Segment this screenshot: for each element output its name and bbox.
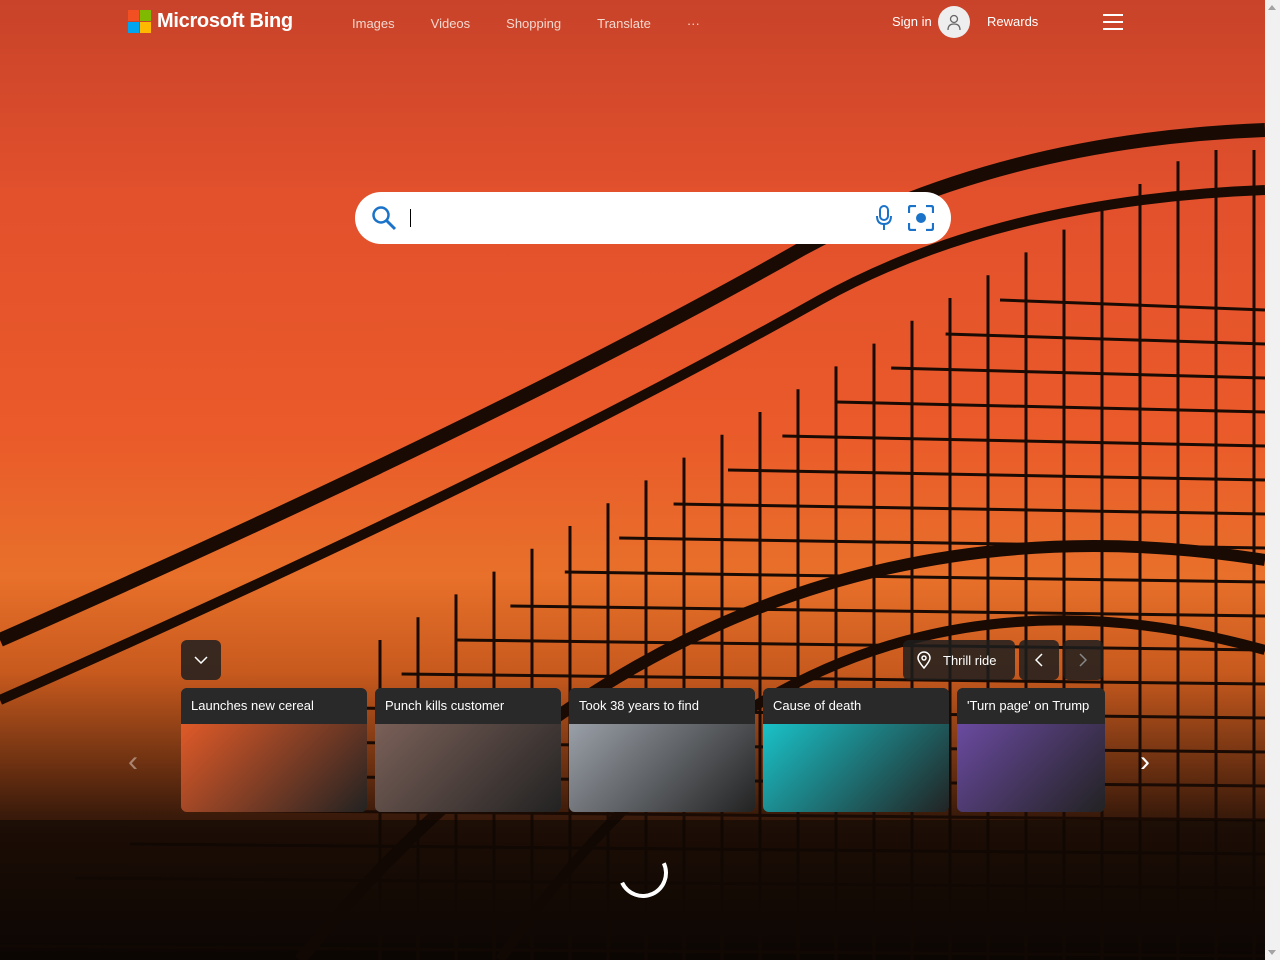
image-location-button[interactable]: Thrill ride xyxy=(903,640,1015,680)
nav-translate[interactable]: Translate xyxy=(597,16,651,31)
background-image xyxy=(0,0,1265,960)
nav-videos[interactable]: Videos xyxy=(431,16,471,31)
top-nav: Images Videos Shopping Translate ··· xyxy=(352,16,700,31)
location-label: Thrill ride xyxy=(943,652,997,668)
chevron-left-icon xyxy=(1035,653,1043,667)
search-input[interactable] xyxy=(410,209,411,227)
news-card-image xyxy=(375,724,561,812)
news-card[interactable]: Punch kills customer xyxy=(375,688,561,812)
search-icon[interactable] xyxy=(371,205,397,231)
news-card-image xyxy=(763,724,949,812)
scrollbar[interactable] xyxy=(1265,0,1280,960)
nav-more[interactable]: ··· xyxy=(687,16,700,31)
search-box[interactable] xyxy=(355,192,951,244)
logo-text: Microsoft Bing xyxy=(157,10,293,32)
roller-coaster-silhouette xyxy=(0,123,1265,960)
chevron-right-icon xyxy=(1079,653,1087,667)
news-card-title: Launches new cereal xyxy=(181,688,367,724)
microsoft-logo-icon xyxy=(128,10,151,33)
hamburger-menu-icon[interactable] xyxy=(1103,14,1123,30)
nav-images[interactable]: Images xyxy=(352,16,395,31)
news-card-image xyxy=(569,724,755,812)
previous-image-button[interactable] xyxy=(1019,640,1059,680)
bing-logo[interactable]: Microsoft Bing xyxy=(128,10,293,33)
news-card[interactable]: 'Turn page' on Trump xyxy=(957,688,1105,812)
news-card[interactable]: Cause of death xyxy=(763,688,949,812)
scroll-down-icon[interactable] xyxy=(1268,950,1276,955)
nav-shopping[interactable]: Shopping xyxy=(506,16,561,31)
news-card[interactable]: Launches new cereal xyxy=(181,688,367,812)
visual-search-icon[interactable] xyxy=(908,205,934,231)
avatar[interactable] xyxy=(938,6,970,38)
news-card-image xyxy=(181,724,367,812)
news-card-title: Punch kills customer xyxy=(375,688,561,724)
news-card[interactable]: Took 38 years to find xyxy=(569,688,755,812)
microphone-icon[interactable] xyxy=(875,205,893,231)
sign-in-link[interactable]: Sign in xyxy=(892,14,932,29)
news-card-title: 'Turn page' on Trump xyxy=(957,688,1105,724)
collapse-button[interactable] xyxy=(181,640,221,680)
user-icon xyxy=(947,14,961,30)
news-next-arrow-icon[interactable]: › xyxy=(1140,745,1150,779)
chevron-down-icon xyxy=(194,656,208,664)
news-prev-arrow-icon[interactable]: ‹ xyxy=(128,745,138,779)
news-card-title: Took 38 years to find xyxy=(569,688,755,724)
news-card-title: Cause of death xyxy=(763,688,949,724)
header: Microsoft Bing Images Videos Shopping Tr… xyxy=(0,0,1265,45)
next-image-button[interactable] xyxy=(1063,640,1103,680)
news-card-image xyxy=(957,724,1105,812)
location-pin-icon xyxy=(917,651,931,669)
scroll-up-icon[interactable] xyxy=(1268,5,1276,10)
rewards-link[interactable]: Rewards xyxy=(987,14,1038,29)
